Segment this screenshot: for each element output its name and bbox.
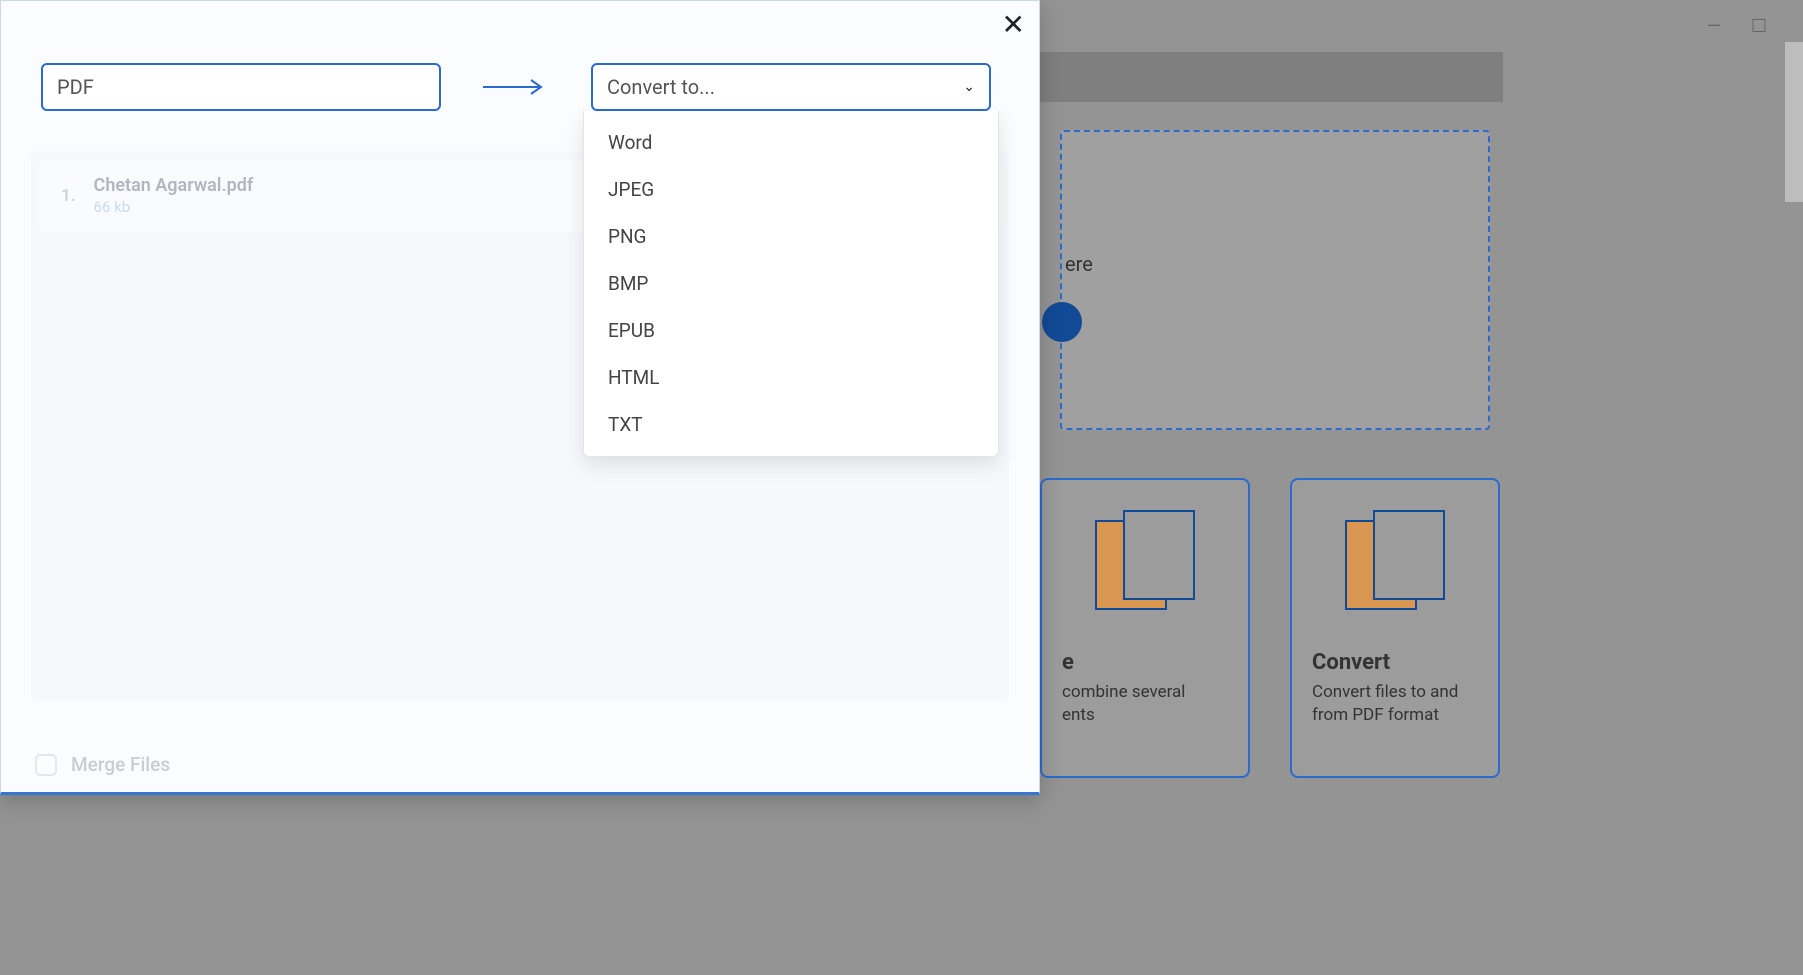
toolbar-band [1040,52,1503,102]
source-format-label: PDF [57,75,94,99]
maximize-icon[interactable]: ☐ [1751,16,1767,37]
merge-files-label: Merge Files [71,753,170,776]
file-index: 1. [61,186,76,206]
option-html[interactable]: HTML [584,354,998,401]
card-merge[interactable]: e combine several ents [1040,478,1250,778]
merge-icon [1095,510,1195,620]
option-txt[interactable]: TXT [584,401,998,448]
target-format-dropdown: Word JPEG PNG BMP EPUB HTML TXT [583,111,999,457]
card-convert-title: Convert [1312,650,1390,675]
card-merge-title: e [1062,650,1074,675]
chevron-down-icon: ⌄ [963,79,975,95]
card-convert-desc: Convert files to and from PDF format [1312,681,1478,727]
option-jpeg[interactable]: JPEG [584,166,998,213]
scrollbar[interactable] [1785,42,1803,202]
source-format-box[interactable]: PDF [41,63,441,111]
merge-checkbox[interactable] [35,754,57,776]
card-merge-desc: combine several ents [1062,681,1185,727]
arrow-icon [481,77,551,97]
file-size: 66 kb [94,198,254,216]
target-format-placeholder: Convert to... [607,75,715,99]
convert-modal: ✕ PDF Convert to... ⌄ Word JPEG PNG BMP … [0,0,1040,795]
close-icon[interactable]: ✕ [1002,11,1025,39]
window-controls: — ☐ [1707,16,1767,37]
drop-zone[interactable]: ere [1060,130,1490,430]
option-epub[interactable]: EPUB [584,307,998,354]
drop-zone-or-circle [1042,302,1082,342]
option-bmp[interactable]: BMP [584,260,998,307]
minimize-icon[interactable]: — [1707,16,1721,37]
file-name: Chetan Agarwal.pdf [94,175,254,196]
modal-footer: Merge Files [35,753,170,776]
option-png[interactable]: PNG [584,213,998,260]
card-convert[interactable]: Convert Convert files to and from PDF fo… [1290,478,1500,778]
target-format-select[interactable]: Convert to... ⌄ [591,63,991,111]
drop-zone-text: ere [1065,252,1093,276]
convert-row: PDF Convert to... ⌄ Word JPEG PNG BMP EP… [1,1,1039,141]
convert-icon [1345,510,1445,620]
option-word[interactable]: Word [584,119,998,166]
